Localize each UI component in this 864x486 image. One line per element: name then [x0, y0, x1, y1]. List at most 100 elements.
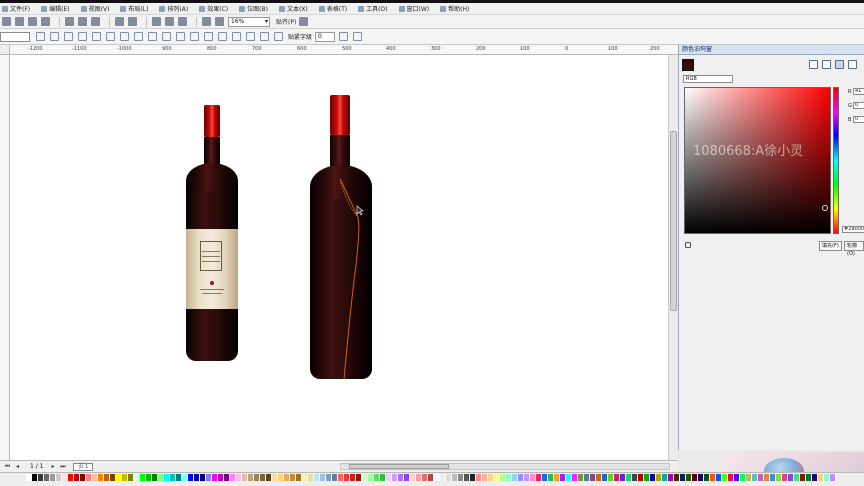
ruler-tick: 700: [252, 46, 262, 52]
channel-b-label: B: [848, 117, 852, 123]
menu-edit[interactable]: 编辑(E): [41, 4, 70, 13]
label-text-line: [202, 293, 222, 294]
reduce-nodes-icon[interactable]: [274, 32, 283, 41]
horizontal-ruler[interactable]: -1200 -1100 -1000 900 800 700 600 500 40…: [10, 45, 678, 55]
color-sliders-icon[interactable]: [822, 60, 831, 69]
text-menu-icon: [278, 5, 285, 12]
to-line-icon[interactable]: [92, 32, 101, 41]
arrange-menu-icon: [159, 5, 166, 12]
channel-b-field[interactable]: 0: [853, 116, 864, 123]
palette-swatch[interactable]: [830, 474, 836, 481]
menu-table[interactable]: 表格(T): [318, 4, 347, 13]
ruler-tick: 500: [342, 46, 352, 52]
menu-arrange[interactable]: 排列(A): [159, 4, 188, 13]
lock-icon[interactable]: [685, 242, 691, 248]
search-content-icon[interactable]: [152, 17, 161, 26]
menu-effects[interactable]: 效果(C): [199, 4, 228, 13]
tools-menu-icon: [358, 5, 365, 12]
export-icon[interactable]: [178, 17, 187, 26]
eyedropper-icon[interactable]: [809, 60, 818, 69]
snap-to-label[interactable]: 贴齐(P): [276, 17, 296, 26]
ruler-tick: -1200: [28, 46, 43, 52]
paste-icon[interactable]: [91, 17, 100, 26]
zoom-level-select[interactable]: 16%: [228, 16, 270, 27]
menu-tools[interactable]: 工具(O): [358, 4, 388, 13]
copy-icon[interactable]: [78, 17, 87, 26]
smooth-node-icon[interactable]: [134, 32, 143, 41]
elastic-mode-icon[interactable]: [246, 32, 255, 41]
color-picker-field[interactable]: 1080668:A徐小灵: [684, 87, 831, 234]
stretch-nodes-icon[interactable]: [204, 32, 213, 41]
redo-icon[interactable]: [128, 17, 137, 26]
coreldraw-window: 文件(F) 编辑(E) 视图(V) 布局(L) 排列(A) 效果(C) 位图(B…: [0, 0, 864, 486]
vertical-scrollbar[interactable]: [668, 55, 678, 460]
smoothness-slider-icon[interactable]: [339, 32, 349, 41]
hue-slider[interactable]: [833, 87, 839, 234]
menu-view[interactable]: 视图(V): [80, 4, 109, 13]
object-size-field[interactable]: [0, 31, 30, 42]
welcome-screen-icon[interactable]: [215, 17, 224, 26]
options-icon[interactable]: [299, 17, 309, 26]
cut-icon[interactable]: [65, 17, 74, 26]
edited-highlight-path[interactable]: [308, 95, 374, 383]
vertical-ruler[interactable]: [0, 55, 10, 460]
bitmaps-menu-icon: [239, 5, 246, 12]
select-all-nodes-icon[interactable]: [260, 32, 269, 41]
horizontal-scroll-thumb[interactable]: [349, 464, 449, 469]
menu-window[interactable]: 窗口(W): [398, 4, 429, 13]
docker-title[interactable]: 颜色泊坞窗: [679, 45, 864, 55]
node-add-icon[interactable]: [36, 32, 45, 41]
menu-file[interactable]: 文件(F): [2, 4, 30, 13]
menu-text[interactable]: 文本(X): [278, 4, 308, 13]
reverse-direction-icon[interactable]: [162, 32, 171, 41]
import-icon[interactable]: [165, 17, 174, 26]
channel-g-field[interactable]: 0: [853, 102, 864, 109]
hex-color-field[interactable]: #290000: [842, 226, 864, 233]
node-delete-icon[interactable]: [50, 32, 59, 41]
undo-icon[interactable]: [115, 17, 124, 26]
new-document-icon[interactable]: [2, 17, 11, 26]
vertical-scroll-thumb[interactable]: [670, 131, 677, 311]
curve-smoothness-label: 贴紧字级: [288, 34, 313, 41]
application-launcher-icon[interactable]: [202, 17, 211, 26]
page-tab-1[interactable]: 页 1: [73, 462, 94, 471]
outline-button[interactable]: 轮廓(O): [844, 241, 864, 257]
property-bar: 贴紧字级 0: [0, 29, 864, 45]
prev-page-icon[interactable]: ◂: [14, 463, 21, 470]
ruler-origin[interactable]: [0, 45, 10, 55]
open-icon[interactable]: [15, 17, 24, 26]
color-viewer-icon[interactable]: [835, 60, 844, 69]
wine-bottle-labeled[interactable]: [184, 105, 240, 365]
drawing-canvas[interactable]: [10, 55, 668, 460]
page-counter: 1 / 1: [30, 463, 44, 470]
channel-r-field[interactable]: 41: [853, 88, 864, 95]
break-curve-icon[interactable]: [78, 32, 87, 41]
first-page-icon[interactable]: ⏮: [4, 463, 11, 470]
color-palettes-icon[interactable]: [848, 60, 857, 69]
menu-layout[interactable]: 布局(L): [120, 4, 148, 13]
wine-bottle-editing[interactable]: [308, 95, 374, 383]
next-page-icon[interactable]: ▸: [49, 463, 56, 470]
extract-subpath-icon[interactable]: [190, 32, 199, 41]
fill-button[interactable]: 填充(F): [819, 241, 842, 251]
to-curve-icon[interactable]: [106, 32, 115, 41]
table-menu-icon: [318, 5, 325, 12]
color-picker-marker[interactable]: [822, 205, 828, 211]
horizontal-scrollbar[interactable]: [340, 463, 670, 470]
show-bounding-box-icon[interactable]: [353, 32, 363, 41]
print-icon[interactable]: [41, 17, 50, 26]
menu-help[interactable]: 帮助(H): [440, 4, 469, 13]
extend-curve-icon[interactable]: [176, 32, 185, 41]
join-nodes-icon[interactable]: [64, 32, 73, 41]
align-nodes-icon[interactable]: [232, 32, 241, 41]
save-icon[interactable]: [28, 17, 37, 26]
curve-smoothness-field[interactable]: 0: [315, 31, 336, 42]
toolbar-separator: [196, 16, 197, 27]
rotate-nodes-icon[interactable]: [218, 32, 227, 41]
ruler-tick: 0: [565, 46, 569, 52]
symmetric-node-icon[interactable]: [148, 32, 157, 41]
cusp-node-icon[interactable]: [120, 32, 129, 41]
menu-bitmaps[interactable]: 位图(B): [239, 4, 268, 13]
last-page-icon[interactable]: ⏭: [59, 463, 66, 470]
color-model-select[interactable]: RGB: [683, 75, 733, 83]
